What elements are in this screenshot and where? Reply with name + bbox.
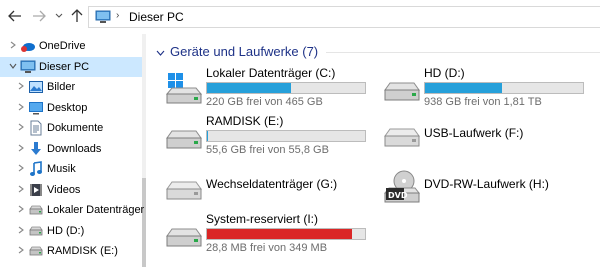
chevron-right-icon[interactable] [8, 40, 18, 50]
drive-usage-fill [207, 83, 291, 93]
breadcrumb-chevron-icon: › [116, 10, 120, 21]
drive-name: RAMDISK (E:) [206, 114, 284, 128]
content-pane: Geräte und Laufwerke (7) Lokaler Datentr… [146, 34, 600, 267]
address-bar[interactable]: › Dieser PC [88, 6, 600, 28]
documents-icon [28, 120, 44, 136]
sidebar-item[interactable]: RAMDISK (E:) [0, 241, 142, 261]
sidebar-item[interactable]: HD (D:) [0, 221, 142, 241]
drive-usage-fill [207, 131, 208, 141]
desktop-icon [28, 100, 44, 116]
sidebar-item-label: HD (D:) [47, 224, 85, 237]
drive-tile[interactable]: Wechseldatenträger (G:) [164, 165, 374, 211]
sidebar-item[interactable]: Dokumente [0, 118, 142, 138]
sidebar-item-label: Videos [47, 183, 81, 196]
chevron-right-icon[interactable] [16, 163, 26, 173]
drive-icon [28, 223, 44, 239]
chevron-right-icon[interactable] [16, 204, 26, 214]
drive-name: Wechseldatenträger (G:) [206, 177, 338, 191]
drive-usage-fill [425, 83, 503, 93]
sidebar-item-label: Lokaler Datenträger [47, 204, 145, 216]
drive-name: DVD-RW-Laufwerk (H:) [424, 177, 549, 191]
chevron-right-icon[interactable] [16, 184, 26, 194]
dvd-logo: DVD [388, 191, 408, 200]
drive-icon [28, 202, 44, 218]
removable-drive-icon [164, 169, 204, 205]
drive-usage-bar [206, 130, 366, 142]
drive-name: System-reserviert (I:) [206, 212, 319, 226]
drive-tile[interactable]: RAMDISK (E:) 55,6 GB frei von 55,8 GB [164, 114, 374, 160]
hard-drive-icon [164, 118, 204, 154]
this-pc-icon [20, 59, 36, 75]
chevron-down-icon[interactable] [156, 47, 165, 59]
address-toolbar: › Dieser PC [0, 0, 600, 34]
sidebar-item-label: OneDrive [39, 40, 86, 52]
sidebar-item[interactable]: Lokaler Datenträger [0, 200, 145, 220]
chevron-right-icon[interactable] [16, 245, 26, 255]
drive-tile[interactable]: USB-Laufwerk (F:) [382, 114, 592, 160]
system-drive-icon [164, 70, 204, 106]
sidebar-item-label: Desktop [47, 101, 88, 114]
pictures-icon [28, 79, 44, 95]
sidebar-item-label: Dokumente [47, 122, 104, 134]
drive-tile[interactable]: Lokaler Datenträger (C:) 220 GB frei von … [164, 66, 374, 112]
drive-usage-bar [424, 82, 584, 94]
sidebar-item[interactable]: OneDrive [0, 36, 142, 56]
recent-locations-button[interactable] [50, 7, 68, 25]
onedrive-icon [20, 38, 36, 54]
group-title: Geräte und Laufwerke (7) [170, 44, 319, 59]
drive-free-space: 938 GB frei von 1,81 TB [424, 96, 542, 108]
dvd-drive-icon: DVD [382, 169, 422, 205]
group-divider [326, 52, 600, 53]
chevron-right-icon[interactable] [16, 102, 26, 112]
chevron-right-icon[interactable] [16, 143, 26, 153]
drive-usage-fill [207, 229, 353, 239]
arrow-left-icon [8, 10, 21, 22]
usb-drive-icon [382, 118, 422, 154]
sidebar-item[interactable]: Dieser PC [0, 56, 142, 77]
breadcrumb-this-pc[interactable]: Dieser PC [129, 10, 184, 24]
drive-name: HD (D:) [424, 66, 465, 80]
chevron-down-icon [55, 13, 63, 18]
this-pc-icon [95, 10, 111, 27]
drive-icon [28, 243, 44, 259]
sidebar-item-label: Musik [47, 163, 76, 175]
videos-icon [28, 182, 44, 198]
sidebar-item-label: RAMDISK (E:) [47, 245, 118, 257]
sidebar-item[interactable]: Desktop [0, 98, 142, 118]
hard-drive-icon [164, 216, 204, 252]
sidebar-item[interactable]: Musik [0, 159, 142, 179]
drive-free-space: 220 GB frei von 465 GB [206, 96, 323, 108]
sidebar-item-label: Bilder [47, 81, 76, 93]
sidebar-item[interactable]: Videos [0, 180, 142, 200]
chevron-right-icon[interactable] [16, 81, 26, 91]
arrow-up-icon [71, 9, 83, 22]
drive-tile[interactable]: HD (D:) 938 GB frei von 1,81 TB [382, 66, 592, 112]
drive-free-space: 55,6 GB frei von 55,8 GB [206, 144, 329, 156]
hard-drive-icon [382, 70, 422, 106]
forward-button[interactable] [30, 7, 48, 25]
drive-usage-bar [206, 82, 366, 94]
music-icon [28, 161, 44, 177]
drive-name: USB-Laufwerk (F:) [424, 126, 524, 140]
drive-tile[interactable]: DVD DVD-RW-Laufwerk (H:) [382, 165, 592, 211]
sidebar-item[interactable]: Bilder [0, 77, 142, 97]
chevron-down-icon[interactable] [8, 61, 18, 71]
arrow-right-icon [33, 10, 46, 22]
drive-tile[interactable]: System-reserviert (I:) 28,8 MB frei von 3… [164, 212, 374, 258]
drive-name: Lokaler Datenträger (C:) [206, 66, 336, 80]
sidebar-item-label: Dieser PC [39, 60, 90, 73]
up-button[interactable] [68, 7, 86, 25]
chevron-right-icon[interactable] [16, 225, 26, 235]
back-button[interactable] [6, 7, 24, 25]
downloads-icon [28, 141, 44, 157]
drive-free-space: 28,8 MB frei von 349 MB [206, 242, 328, 254]
sidebar-item-label: Downloads [47, 142, 102, 155]
sidebar-item[interactable]: Downloads [0, 139, 142, 159]
chevron-right-icon[interactable] [16, 122, 26, 132]
drive-usage-bar [206, 228, 366, 240]
